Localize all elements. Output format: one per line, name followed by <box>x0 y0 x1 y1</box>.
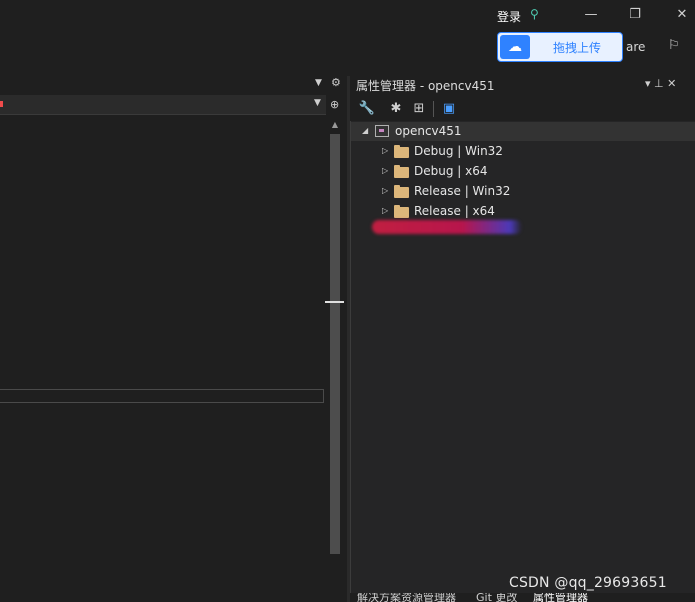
scrollbar-thumb[interactable] <box>330 134 340 554</box>
login-link[interactable]: 登录 <box>497 8 521 25</box>
collapsed-arrow-icon[interactable]: ▷ <box>382 186 392 198</box>
close-button[interactable]: ✕ <box>674 7 690 23</box>
share-button[interactable]: are <box>626 40 645 54</box>
tree-item-debug-win32[interactable]: Debug | Win32 <box>414 144 503 158</box>
tab-solution-explorer[interactable]: 解决方案资源管理器 <box>357 593 456 602</box>
folder-icon <box>394 185 409 198</box>
folder-icon <box>394 165 409 178</box>
wrench-icon[interactable]: 🔧 <box>358 100 376 118</box>
redaction-scribble <box>372 220 522 234</box>
tree-item-release-x64[interactable]: Release | x64 <box>414 204 495 218</box>
tree-item-debug-x64[interactable]: Debug | x64 <box>414 164 488 178</box>
output-box <box>0 389 324 403</box>
restore-button[interactable]: ❐ <box>627 7 643 23</box>
scroll-position-marker <box>325 301 344 303</box>
feedback-icon[interactable]: ⚐ <box>668 38 684 54</box>
property-manager-title: 属性管理器 - opencv451 <box>356 79 495 93</box>
collapsed-arrow-icon[interactable]: ▷ <box>382 166 392 178</box>
add-existing-sheet-icon[interactable]: ⊞ <box>410 100 428 118</box>
watermark: CSDN @qq_29693651 <box>509 575 667 591</box>
save-icon[interactable]: ▣ <box>440 100 458 118</box>
panel-window-buttons[interactable]: ▾ ⊥ ✕ <box>645 77 676 90</box>
cloud-icon: ☁ <box>500 35 530 59</box>
folder-icon <box>394 205 409 218</box>
minimize-button[interactable]: — <box>583 7 599 23</box>
expanded-arrow-icon[interactable]: ◢ <box>362 126 372 138</box>
new-property-sheet-icon[interactable]: ✱ <box>387 100 405 118</box>
scroll-up-icon[interactable]: ▲ <box>330 120 340 130</box>
drag-upload-label: 拖拽上传 <box>552 41 601 55</box>
toolbar-separator <box>433 101 434 117</box>
drag-upload-button[interactable]: ☁ 拖拽上传 <box>497 32 623 62</box>
navigation-bar[interactable] <box>0 95 326 115</box>
project-icon <box>375 125 389 137</box>
bottom-tab-strip: 解决方案资源管理器 Git 更改 属性管理器 <box>350 593 695 602</box>
folder-icon <box>394 145 409 158</box>
chevron-down-icon[interactable]: ▼ <box>315 78 322 88</box>
pin-icon[interactable]: ⚲ <box>530 7 544 21</box>
tree-item-release-win32[interactable]: Release | Win32 <box>414 184 510 198</box>
nav-dropdown-icon[interactable]: ▼ <box>314 98 321 108</box>
collapsed-arrow-icon[interactable]: ▷ <box>382 206 392 218</box>
collapsed-arrow-icon[interactable]: ▷ <box>382 146 392 158</box>
split-editor-icon[interactable]: ⊕ <box>330 98 342 111</box>
gear-icon[interactable]: ⚙ <box>331 76 341 89</box>
error-marker <box>0 101 3 107</box>
tree-root-label: opencv451 <box>395 124 462 138</box>
tab-property-manager[interactable]: 属性管理器 <box>533 593 588 602</box>
left-pane-header <box>0 76 350 94</box>
tab-git-changes[interactable]: Git 更改 <box>476 593 517 602</box>
